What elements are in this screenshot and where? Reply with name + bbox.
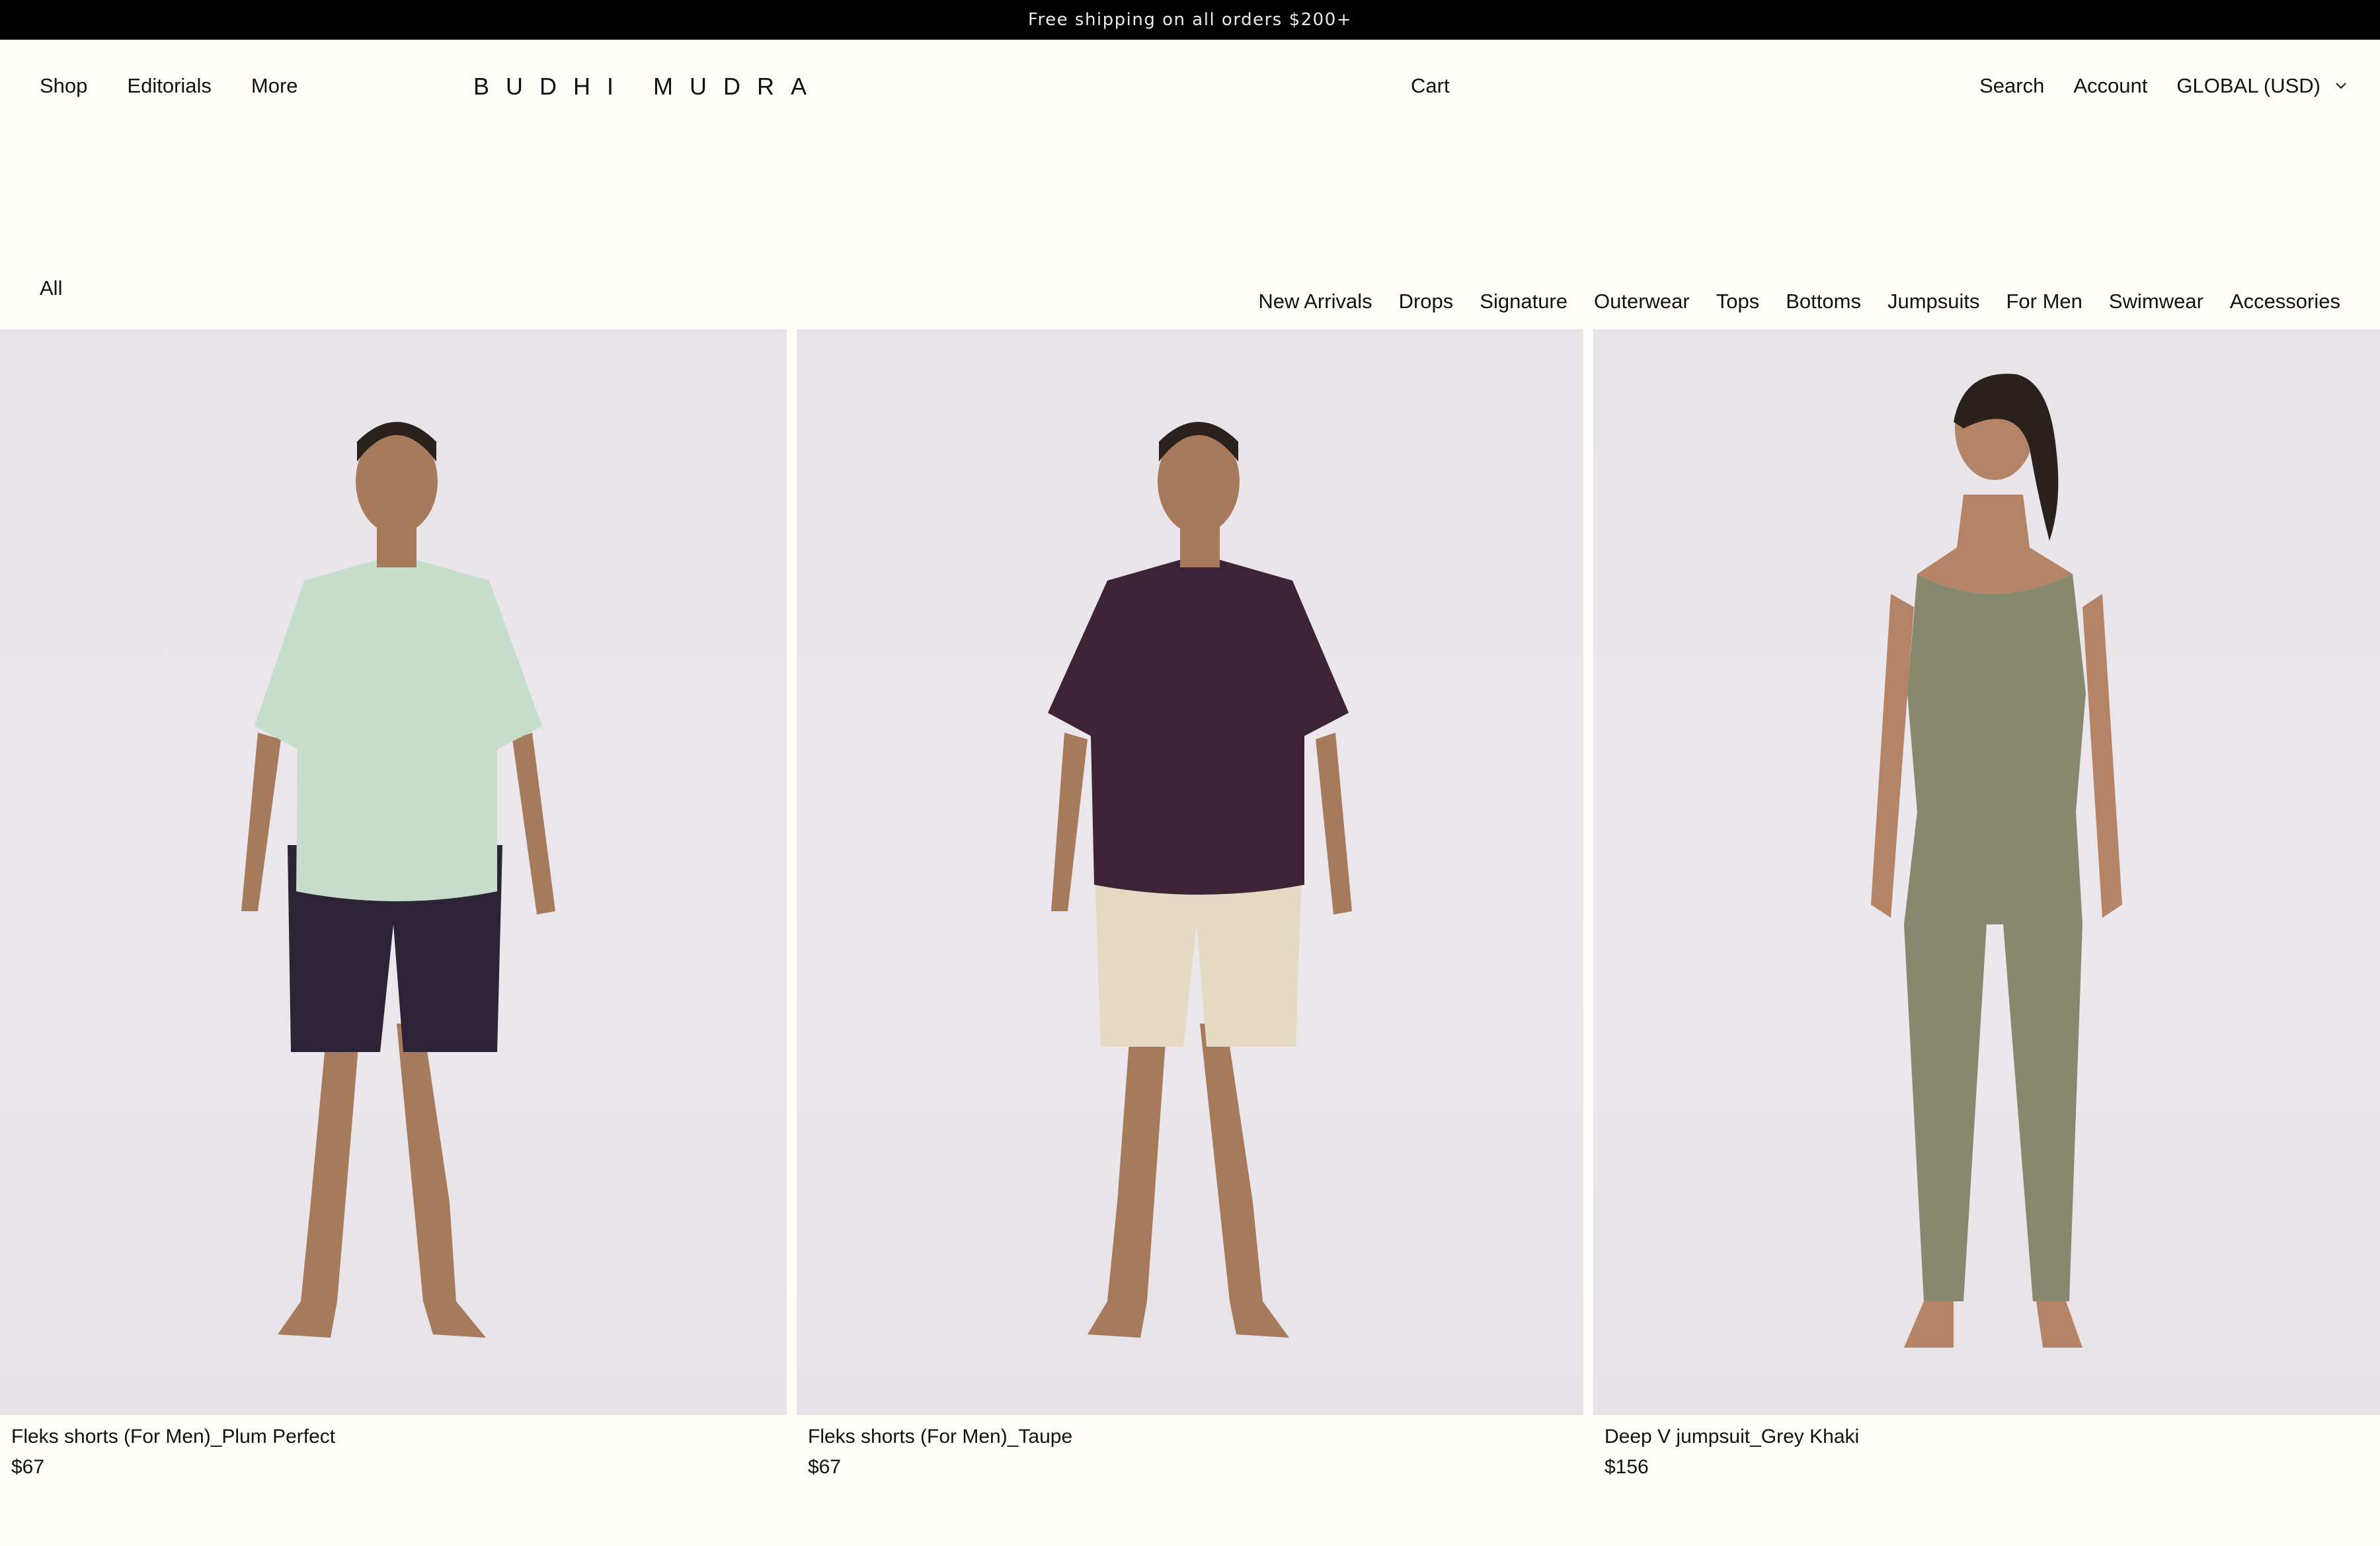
site-header: Shop Editorials More BUDHI MUDRA Cart Se…	[0, 40, 2380, 139]
nav-more[interactable]: More	[251, 74, 298, 98]
product-name[interactable]: Deep V jumpsuit_Grey Khaki	[1605, 1426, 2380, 1448]
product-image[interactable]	[797, 329, 1583, 1415]
account-link[interactable]: Account	[2073, 74, 2147, 98]
shirt	[1048, 554, 1349, 895]
category-filters: New Arrivals Drops Signature Outerwear T…	[1258, 290, 2340, 313]
product-image[interactable]	[1593, 329, 2380, 1415]
product-name[interactable]: Fleks shorts (For Men)_Taupe	[808, 1426, 1583, 1448]
jumpsuit	[1904, 574, 2086, 1301]
filter-for-men[interactable]: For Men	[2006, 290, 2082, 313]
announcement-bar: Free shipping on all orders $200+	[0, 0, 2380, 40]
main-nav: Shop Editorials More	[40, 74, 298, 98]
filter-swimwear[interactable]: Swimwear	[2109, 290, 2203, 313]
filter-tops[interactable]: Tops	[1716, 290, 1759, 313]
product-card[interactable]: Deep V jumpsuit_Grey Khaki $156	[1593, 329, 2380, 1479]
product-price: $67	[11, 1456, 45, 1478]
product-grid: Fleks shorts (For Men)_Plum Perfect $67 …	[0, 329, 2380, 1479]
nav-shop[interactable]: Shop	[40, 74, 87, 98]
filter-all[interactable]: All	[40, 276, 62, 300]
brand-logo[interactable]: BUDHI MUDRA	[473, 73, 823, 101]
chevron-down-icon	[2336, 83, 2346, 89]
cart-link[interactable]: Cart	[1411, 74, 1450, 98]
filter-new-arrivals[interactable]: New Arrivals	[1258, 290, 1372, 313]
product-price: $67	[808, 1456, 842, 1478]
currency-label: GLOBAL (USD)	[2176, 74, 2320, 97]
model-figure	[1871, 374, 2122, 1348]
filter-signature[interactable]: Signature	[1480, 290, 1567, 313]
filter-outerwear[interactable]: Outerwear	[1594, 290, 1690, 313]
filter-bottoms[interactable]: Bottoms	[1786, 290, 1861, 313]
product-price: $156	[1605, 1456, 1649, 1478]
product-image[interactable]	[0, 329, 787, 1415]
model-figure	[1048, 422, 1352, 1338]
product-card[interactable]: Fleks shorts (For Men)_Taupe $67	[797, 329, 1583, 1479]
utility-nav: Search Account GLOBAL (USD)	[1979, 74, 2347, 98]
currency-selector[interactable]: GLOBAL (USD)	[2176, 74, 2347, 98]
filter-drops[interactable]: Drops	[1399, 290, 1454, 313]
nav-editorials[interactable]: Editorials	[127, 74, 212, 98]
product-name[interactable]: Fleks shorts (For Men)_Plum Perfect	[11, 1426, 787, 1448]
announcement-text: Free shipping on all orders $200+	[1027, 10, 1353, 30]
filter-accessories[interactable]: Accessories	[2230, 290, 2340, 313]
search-link[interactable]: Search	[1979, 74, 2044, 98]
model-figure	[241, 422, 555, 1338]
filter-jumpsuits[interactable]: Jumpsuits	[1887, 290, 1980, 313]
product-card[interactable]: Fleks shorts (For Men)_Plum Perfect $67	[0, 329, 787, 1479]
